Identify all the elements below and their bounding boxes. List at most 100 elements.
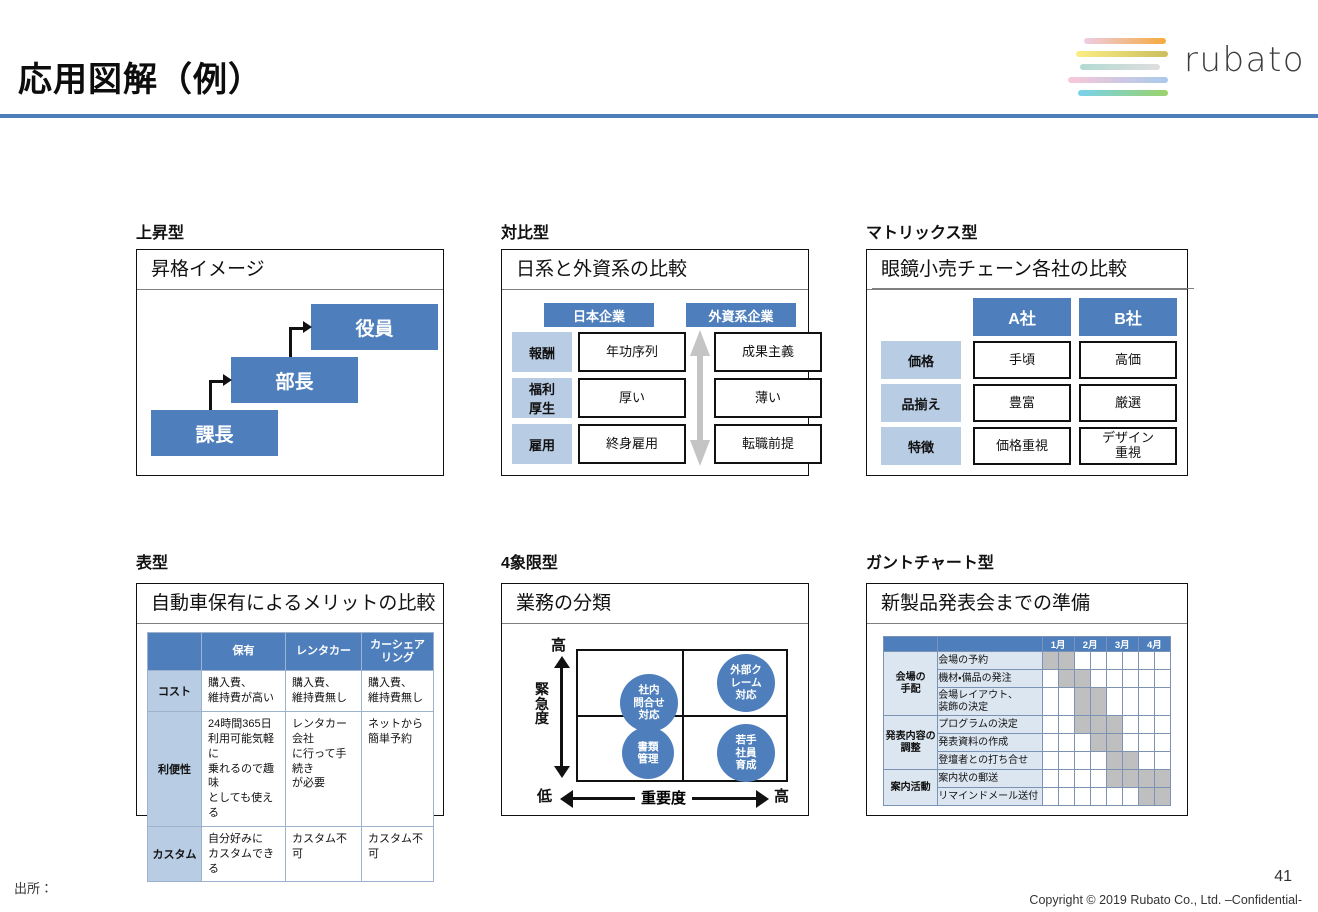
contrast-value-3-2: 転職前提 [714,424,822,464]
x-axis-high-label: 高 [774,788,790,805]
gantt-cell-filled [1105,769,1123,788]
table-row-label: カスタム [147,825,202,883]
gantt-cell-empty [1121,733,1139,752]
y-axis-line [560,667,563,767]
panel-title-matrix: 眼鏡小売チェーン各社の比較 [867,250,1187,290]
quadrant-bubble-4-line-1: 若手 [735,734,757,747]
table-cell: カスタム不可 [285,825,362,883]
quadrant-bubble-3-line-2: 管理 [637,753,659,765]
logo-bars-icon [1066,38,1171,96]
comparison-table: 保有 レンタカー カーシェア リング コスト 購入費、 維持費が高い 購入費、 維持… [147,631,434,883]
logo-wordmark: rubato [1184,40,1306,80]
rubato-logo: rubato [1066,34,1304,96]
table-row-label: コスト [147,670,202,712]
contrast-row-label-3: 雇用 [512,424,572,464]
quadrant-horizontal-divider [578,715,786,717]
gantt-cell-filled [1057,669,1075,688]
gantt-cell-empty [1105,687,1123,716]
gantt-cell-empty [1057,715,1075,734]
matrix-row-label-2: 品揃え [881,384,961,422]
panel-title-rising: 昇格イメージ [137,250,443,290]
table-col-header-2: レンタカー [285,631,362,672]
gantt-cell-empty [1041,751,1059,770]
gantt-cell-empty [1089,751,1107,770]
panel-quadrant: 業務の分類 高 緊急度 社内 問合せ 対応 外部ク レーム 対応 書類 管理 若… [501,583,809,816]
gantt-cell-empty [1041,733,1059,752]
x-axis-name: 重要度 [635,787,693,808]
gantt-cell-empty [1105,651,1123,670]
table-cell: カスタム不可 [361,825,434,883]
gantt-task-label: リマインドメール送付 [937,787,1043,806]
step-box-1: 課長 [151,410,278,456]
y-axis-high-label: 高 [551,637,567,654]
matrix-value-2-1: 豊富 [973,384,1071,422]
gantt-cell-filled [1137,769,1155,788]
gantt-cell-empty [1137,733,1155,752]
panel-title-quadrant: 業務の分類 [502,584,808,624]
table-row: コスト 購入費、 維持費が高い 購入費、 維持費無し 購入費、 維持費無し [147,670,434,712]
table-cell: 購入費、 維持費無し [361,670,434,712]
table-row: カスタム 自分好みに カスタムできる カスタム不可 カスタム不可 [147,825,434,883]
panel-body-rising: 課長 部長 役員 [137,290,443,475]
quadrant-bubble-3: 書類 管理 [622,727,674,779]
quadrant-bubble-2-line-1: 外部ク [730,664,762,677]
gantt-task-label: 登壇者との打ち合せ [937,751,1043,770]
quadrant-bubble-1-line-3: 対応 [638,709,660,722]
matrix-value-1-1: 手頃 [973,341,1071,379]
gantt-cell-empty [1089,787,1107,806]
gantt-cell-empty [1089,651,1107,670]
contrast-value-2-1: 厚い [578,378,686,418]
gantt-cell-filled [1105,733,1123,752]
gantt-cell-empty [1073,751,1091,770]
panel-title-contrast: 日系と外資系の比較 [502,250,808,290]
gantt-task-label: プログラムの決定 [937,715,1043,734]
gantt-cell-empty [1041,669,1059,688]
gantt-cell-empty [1073,651,1091,670]
gantt-cell-empty [1073,733,1091,752]
contrast-double-arrow-icon [690,330,710,466]
y-axis-arrow-down-icon [554,766,570,778]
table-col-header-0 [147,631,202,672]
panel-body-gantt: 1月 2月 3月 4月 会場の 手配 会場の予約 機材・備品の発注 会場レイアウト、 装飾の… [867,624,1187,815]
page-title: 応用図解（例） [18,61,263,99]
contrast-value-2-2: 薄い [714,378,822,418]
matrix-col-header-1: A社 [973,298,1071,336]
y-axis-name: 緊急度 [535,681,549,727]
matrix-value-1-2: 高価 [1079,341,1177,379]
quadrant-bubble-1-line-1: 社内 [638,684,660,697]
gantt-cell-empty [1153,687,1172,716]
x-axis-arrow-right-icon [756,790,769,808]
gantt-row: 案内活動 案内状の郵送 [882,769,1172,806]
gantt-cell-filled [1073,715,1091,734]
matrix-col-header-2: B社 [1079,298,1177,336]
matrix-value-2-2: 厳選 [1079,384,1177,422]
gantt-cell-empty [1057,769,1075,788]
gantt-cell-filled [1105,751,1123,770]
page-number: 41 [1274,868,1292,885]
gantt-table: 1月 2月 3月 4月 会場の 手配 会場の予約 機材・備品の発注 会場レイアウト、 装飾の… [882,636,1172,806]
gantt-cell-empty [1137,669,1155,688]
panel-title-table: 自動車保有によるメリットの比較 [137,584,443,624]
panel-label-quadrant: 4象限型 [501,555,558,572]
panel-contrast: 日系と外資系の比較 日本企業 外資系企業 報酬 年功序列 成果主義 福利 厚生 … [501,249,822,476]
contrast-value-1-2: 成果主義 [714,332,822,372]
contrast-row-label-2: 福利 厚生 [512,378,572,418]
panel-body-matrix: A社 B社 価格 手頃 高価 品揃え 豊富 厳選 特徴 価格重視 デザイン 重視 [867,290,1187,475]
gantt-cell-empty [1153,733,1172,752]
gantt-group-label: 案内活動 [882,769,939,806]
gantt-cell-filled [1153,769,1172,788]
contrast-row-label-1: 報酬 [512,332,572,372]
gantt-cell-empty [1137,715,1155,734]
gantt-month-header: 1月 [1041,636,1075,652]
panel-label-matrix: マトリックス型 [866,225,978,242]
gantt-cell-empty [1121,669,1139,688]
gantt-cell-empty [1105,787,1123,806]
gantt-cell-filled [1073,669,1091,688]
gantt-month-header: 3月 [1105,636,1139,652]
table-cell: レンタカー会社 に行って手続き が必要 [285,710,362,827]
copyright-notice: Copyright © 2019 Rubato Co., Ltd. –Confi… [1029,893,1302,907]
gantt-cell-empty [1041,687,1059,716]
step-box-3: 役員 [311,304,438,350]
gantt-cell-empty [1041,769,1059,788]
panel-rising: 昇格イメージ 課長 部長 役員 [136,249,444,476]
